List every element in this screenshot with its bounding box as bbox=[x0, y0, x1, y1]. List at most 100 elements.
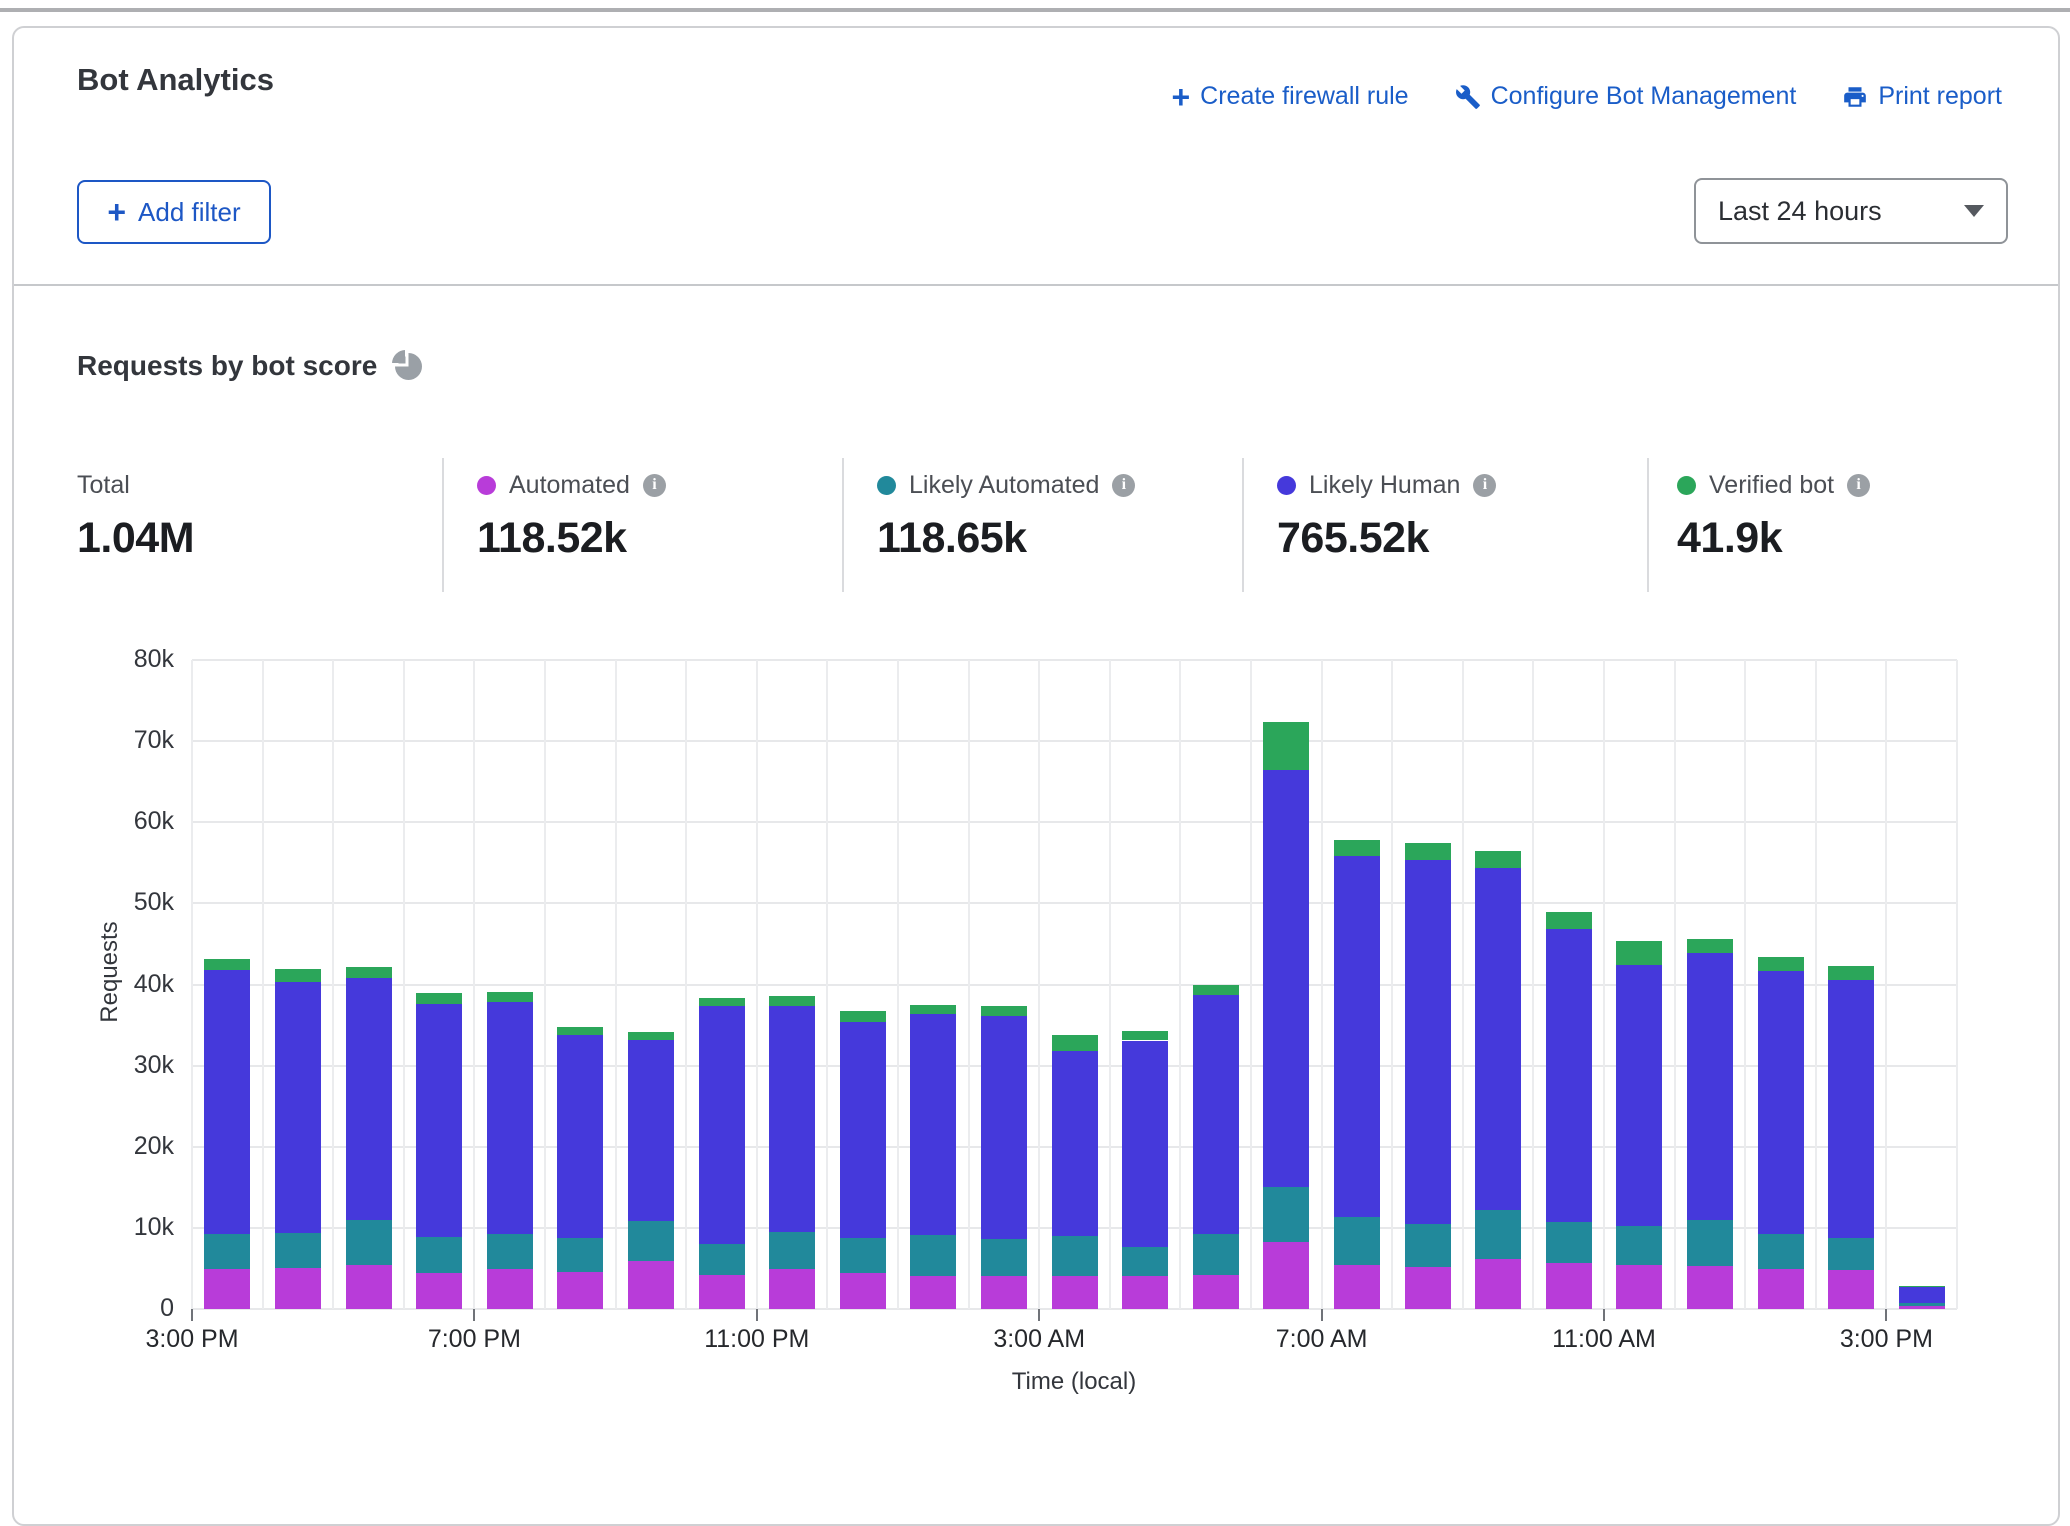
bar-segment-automated[interactable] bbox=[204, 1269, 250, 1309]
bar-segment-automated[interactable] bbox=[1616, 1265, 1662, 1309]
bar-segment-likely-automated[interactable] bbox=[1828, 1238, 1874, 1270]
bar-segment-automated[interactable] bbox=[1475, 1259, 1521, 1309]
bar-segment-likely-automated[interactable] bbox=[840, 1238, 886, 1273]
bar-segment-automated[interactable] bbox=[557, 1272, 603, 1309]
bar-segment-likely-automated[interactable] bbox=[910, 1235, 956, 1276]
bar-segment-likely-automated[interactable] bbox=[1193, 1234, 1239, 1275]
bar-segment-likely-human[interactable] bbox=[1334, 856, 1380, 1217]
bar-segment-likely-human[interactable] bbox=[1546, 929, 1592, 1222]
bar-segment-likely-automated[interactable] bbox=[1052, 1236, 1098, 1276]
bar-segment-likely-human[interactable] bbox=[1193, 995, 1239, 1234]
bar-segment-verified-bot[interactable] bbox=[1758, 957, 1804, 971]
bar-segment-likely-automated[interactable] bbox=[1758, 1234, 1804, 1269]
bar-segment-automated[interactable] bbox=[1828, 1270, 1874, 1309]
bar-segment-likely-human[interactable] bbox=[487, 1002, 533, 1235]
bar-segment-likely-automated[interactable] bbox=[1122, 1247, 1168, 1276]
bar-segment-likely-human[interactable] bbox=[910, 1014, 956, 1235]
bar-segment-likely-human[interactable] bbox=[981, 1016, 1027, 1239]
info-icon[interactable]: i bbox=[1112, 474, 1135, 497]
bar-segment-verified-bot[interactable] bbox=[1263, 722, 1309, 769]
bar-segment-likely-human[interactable] bbox=[1758, 971, 1804, 1235]
bar-segment-verified-bot[interactable] bbox=[1687, 939, 1733, 953]
bar-segment-automated[interactable] bbox=[487, 1269, 533, 1309]
bar-segment-automated[interactable] bbox=[416, 1273, 462, 1310]
bar-segment-likely-automated[interactable] bbox=[1405, 1224, 1451, 1267]
info-icon[interactable]: i bbox=[1473, 474, 1496, 497]
bar-segment-likely-automated[interactable] bbox=[1263, 1187, 1309, 1241]
bar-segment-automated[interactable] bbox=[1758, 1269, 1804, 1309]
bar-segment-automated[interactable] bbox=[1546, 1263, 1592, 1309]
bar-segment-verified-bot[interactable] bbox=[840, 1011, 886, 1022]
bar-segment-automated[interactable] bbox=[840, 1273, 886, 1309]
print-report-link[interactable]: Print report bbox=[1842, 82, 2002, 111]
bar-segment-likely-automated[interactable] bbox=[1687, 1220, 1733, 1266]
bar-segment-verified-bot[interactable] bbox=[910, 1005, 956, 1014]
bar-segment-likely-human[interactable] bbox=[1687, 953, 1733, 1220]
bar-segment-verified-bot[interactable] bbox=[204, 959, 250, 970]
bar-segment-verified-bot[interactable] bbox=[1616, 941, 1662, 965]
bar-segment-likely-human[interactable] bbox=[275, 982, 321, 1233]
bar-segment-likely-human[interactable] bbox=[1616, 965, 1662, 1226]
bar-segment-likely-automated[interactable] bbox=[1334, 1217, 1380, 1266]
bar-segment-verified-bot[interactable] bbox=[1122, 1031, 1168, 1041]
bar-segment-likely-human[interactable] bbox=[840, 1022, 886, 1239]
bar-segment-automated[interactable] bbox=[981, 1276, 1027, 1309]
bar-segment-likely-automated[interactable] bbox=[769, 1232, 815, 1269]
add-filter-button[interactable]: + Add filter bbox=[77, 180, 271, 244]
bar-segment-verified-bot[interactable] bbox=[416, 993, 462, 1004]
create-firewall-rule-link[interactable]: + Create firewall rule bbox=[1171, 82, 1408, 111]
bar-segment-likely-automated[interactable] bbox=[416, 1237, 462, 1273]
bar-segment-likely-human[interactable] bbox=[1405, 860, 1451, 1223]
bar-segment-likely-automated[interactable] bbox=[487, 1234, 533, 1269]
bar-segment-verified-bot[interactable] bbox=[1193, 985, 1239, 995]
bar-segment-likely-automated[interactable] bbox=[557, 1238, 603, 1272]
bar-segment-likely-automated[interactable] bbox=[204, 1234, 250, 1270]
bar-segment-likely-automated[interactable] bbox=[346, 1220, 392, 1265]
bar-segment-automated[interactable] bbox=[1687, 1266, 1733, 1309]
bar-segment-likely-automated[interactable] bbox=[628, 1221, 674, 1262]
bar-segment-likely-human[interactable] bbox=[628, 1040, 674, 1220]
bar-segment-likely-human[interactable] bbox=[769, 1006, 815, 1232]
bar-segment-verified-bot[interactable] bbox=[981, 1006, 1027, 1017]
bar-segment-likely-human[interactable] bbox=[1899, 1287, 1945, 1303]
bar-segment-likely-human[interactable] bbox=[204, 970, 250, 1234]
info-icon[interactable]: i bbox=[1847, 474, 1870, 497]
bar-segment-automated[interactable] bbox=[1899, 1306, 1945, 1309]
bar-segment-verified-bot[interactable] bbox=[1899, 1286, 1945, 1287]
bar-segment-verified-bot[interactable] bbox=[628, 1032, 674, 1040]
info-icon[interactable]: i bbox=[643, 474, 666, 497]
bar-segment-likely-automated[interactable] bbox=[699, 1244, 745, 1275]
bar-segment-likely-human[interactable] bbox=[346, 978, 392, 1220]
bar-segment-automated[interactable] bbox=[699, 1275, 745, 1309]
bar-segment-likely-automated[interactable] bbox=[1616, 1226, 1662, 1265]
bar-segment-likely-human[interactable] bbox=[1475, 868, 1521, 1210]
bar-segment-likely-human[interactable] bbox=[416, 1004, 462, 1237]
bar-segment-verified-bot[interactable] bbox=[769, 996, 815, 1007]
bar-segment-likely-automated[interactable] bbox=[1475, 1210, 1521, 1259]
bar-segment-likely-human[interactable] bbox=[1122, 1041, 1168, 1247]
bar-segment-likely-human[interactable] bbox=[1263, 770, 1309, 1188]
bar-segment-verified-bot[interactable] bbox=[1334, 840, 1380, 855]
bar-segment-likely-human[interactable] bbox=[1052, 1051, 1098, 1236]
bar-segment-automated[interactable] bbox=[1193, 1275, 1239, 1309]
bar-segment-verified-bot[interactable] bbox=[1828, 966, 1874, 981]
bar-segment-likely-automated[interactable] bbox=[981, 1239, 1027, 1276]
bar-segment-automated[interactable] bbox=[910, 1276, 956, 1309]
bar-segment-likely-human[interactable] bbox=[1828, 980, 1874, 1238]
bar-segment-automated[interactable] bbox=[1122, 1276, 1168, 1309]
bar-segment-likely-automated[interactable] bbox=[1546, 1222, 1592, 1263]
bar-segment-verified-bot[interactable] bbox=[487, 992, 533, 1002]
bar-segment-likely-human[interactable] bbox=[557, 1035, 603, 1238]
bar-segment-automated[interactable] bbox=[275, 1268, 321, 1309]
bar-segment-verified-bot[interactable] bbox=[1052, 1035, 1098, 1051]
time-range-select[interactable]: Last 24 hours bbox=[1694, 178, 2008, 244]
bar-segment-verified-bot[interactable] bbox=[346, 967, 392, 978]
bar-segment-likely-human[interactable] bbox=[699, 1006, 745, 1244]
bar-segment-automated[interactable] bbox=[628, 1261, 674, 1309]
bar-segment-automated[interactable] bbox=[1052, 1276, 1098, 1309]
bar-segment-automated[interactable] bbox=[1405, 1267, 1451, 1309]
bar-segment-likely-automated[interactable] bbox=[1899, 1303, 1945, 1305]
bar-segment-verified-bot[interactable] bbox=[1475, 851, 1521, 868]
configure-bot-management-link[interactable]: Configure Bot Management bbox=[1455, 82, 1797, 111]
bar-segment-verified-bot[interactable] bbox=[275, 969, 321, 982]
